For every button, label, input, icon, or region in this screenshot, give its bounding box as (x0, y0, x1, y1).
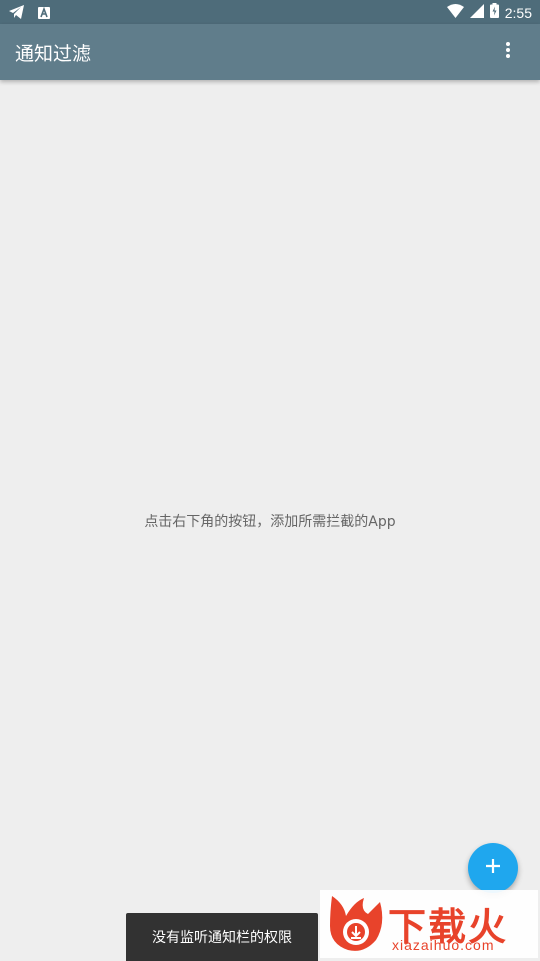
watermark: 下载火 xiazaihuo.com (320, 890, 538, 958)
wifi-icon (446, 3, 464, 22)
plus-icon (485, 858, 501, 878)
empty-state-hint: 点击右下角的按钮，添加所需拦截的App (144, 514, 396, 530)
watermark-url: xiazaihuo.com (392, 937, 495, 953)
telegram-icon (9, 4, 24, 23)
app-bar: 通知过滤 (0, 24, 540, 80)
signal-icon (469, 3, 484, 22)
overflow-menu-button[interactable] (496, 40, 520, 64)
app-notification-icon (38, 4, 50, 23)
flame-logo-icon (324, 894, 388, 958)
more-vert-icon (505, 41, 511, 63)
status-bar: 2:55 (0, 0, 540, 24)
battery-icon (489, 3, 499, 22)
status-time: 2:55 (504, 4, 532, 21)
add-app-fab[interactable] (468, 843, 518, 893)
page-title: 通知过滤 (15, 43, 92, 65)
snackbar: 没有监听通知栏的权限 (126, 913, 318, 961)
snackbar-message: 没有监听通知栏的权限 (152, 930, 292, 946)
